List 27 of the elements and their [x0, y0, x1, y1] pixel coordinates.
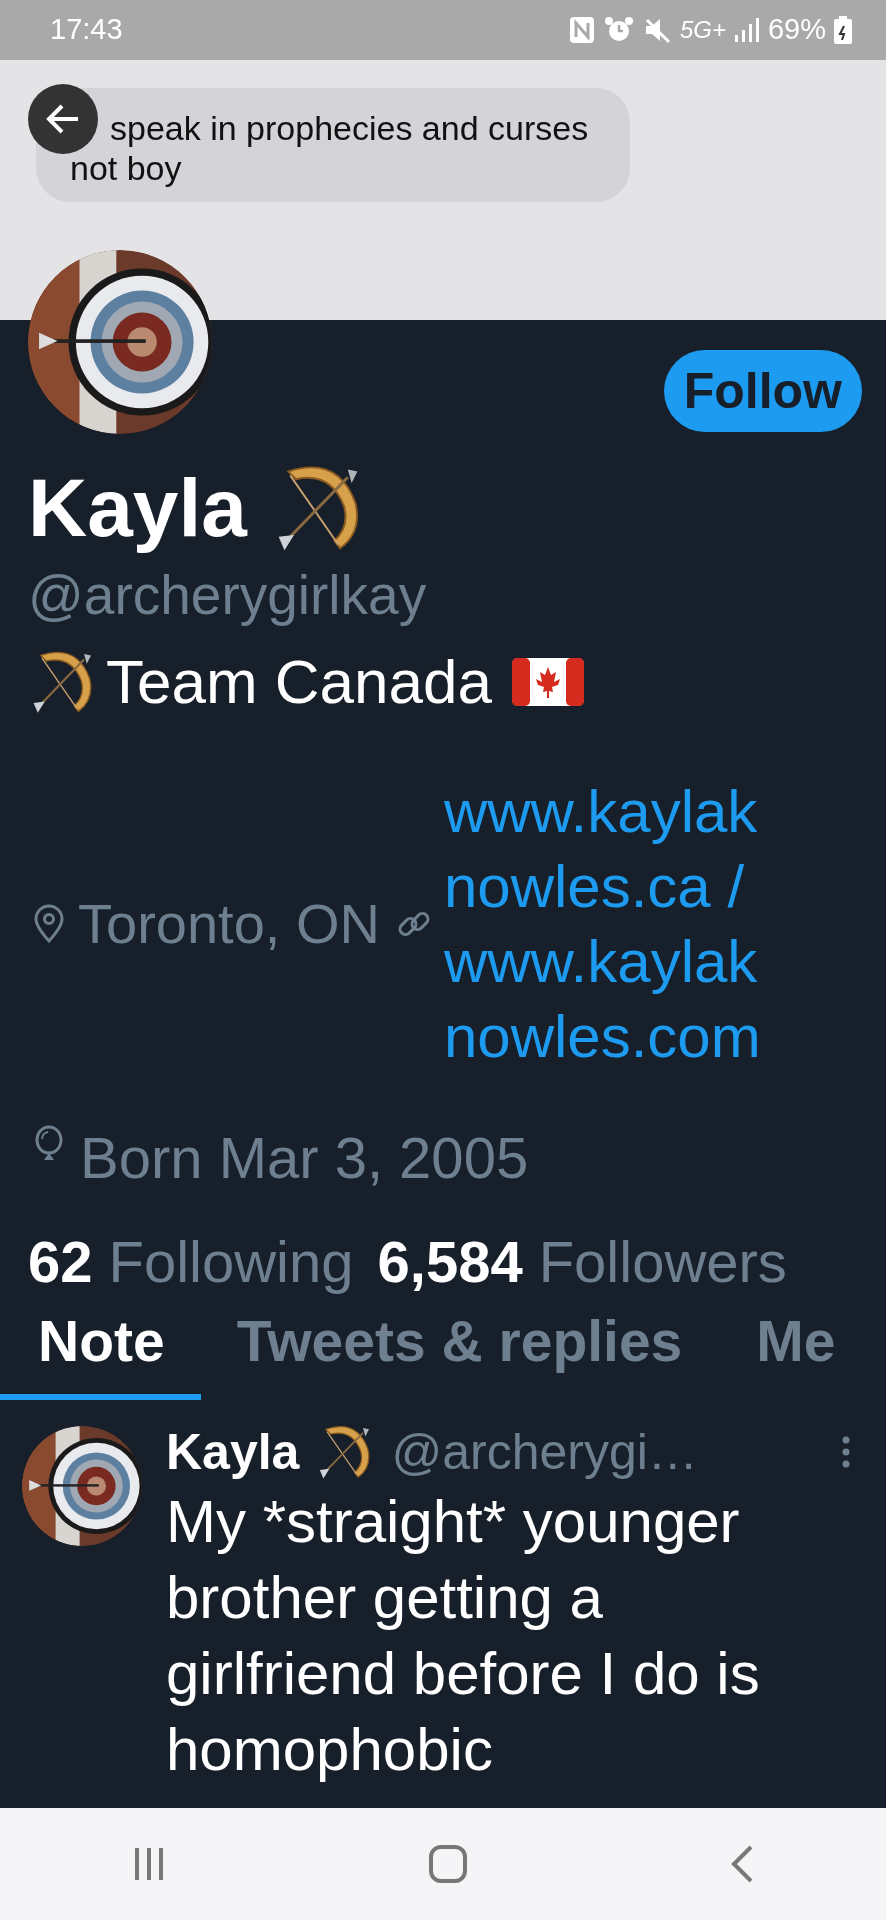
tweet-author: Kayla: [166, 1423, 300, 1482]
battery-icon: [834, 16, 852, 44]
profile-bio: Team Canada: [106, 646, 493, 718]
tweet-handle: @archerygi…: [391, 1423, 698, 1482]
message-bubble: speak in prophecies and curses not boy: [36, 88, 630, 202]
nfc-icon: [567, 15, 596, 45]
home-icon: [428, 1844, 468, 1884]
more-icon: [840, 1435, 852, 1469]
profile-handle: @archerygirlkay: [28, 563, 428, 628]
profile-tab[interactable]: Me: [756, 1304, 836, 1400]
profile-tab[interactable]: Tweets & replies: [236, 1304, 683, 1400]
battery-percent: 69%: [767, 12, 826, 48]
status-time: 17:43: [50, 12, 123, 48]
profile-location: Toronto, ON: [78, 891, 380, 957]
location-pin-icon: [32, 904, 66, 944]
tweet-text: My *straight* younger brother getting a girlfriend before I do is homophobic: [166, 1487, 761, 1785]
birth-date: Born Mar 3, 2005: [80, 1124, 529, 1192]
website-link[interactable]: www.kaylaknowles.ca / www.kaylaknowles.com: [443, 774, 774, 1074]
follow-button[interactable]: Follow: [663, 350, 862, 432]
profile-name: Kayla: [28, 461, 247, 555]
stat-label[interactable]: Following: [108, 1220, 354, 1304]
profile-tab[interactable]: Note: [0, 1304, 201, 1400]
network-label: 5G+: [679, 15, 726, 45]
stat-count: 6,584: [377, 1228, 523, 1296]
signal-icon: [733, 17, 760, 43]
stat-count: 62: [28, 1228, 93, 1296]
stat-label[interactable]: Followers: [538, 1220, 787, 1304]
